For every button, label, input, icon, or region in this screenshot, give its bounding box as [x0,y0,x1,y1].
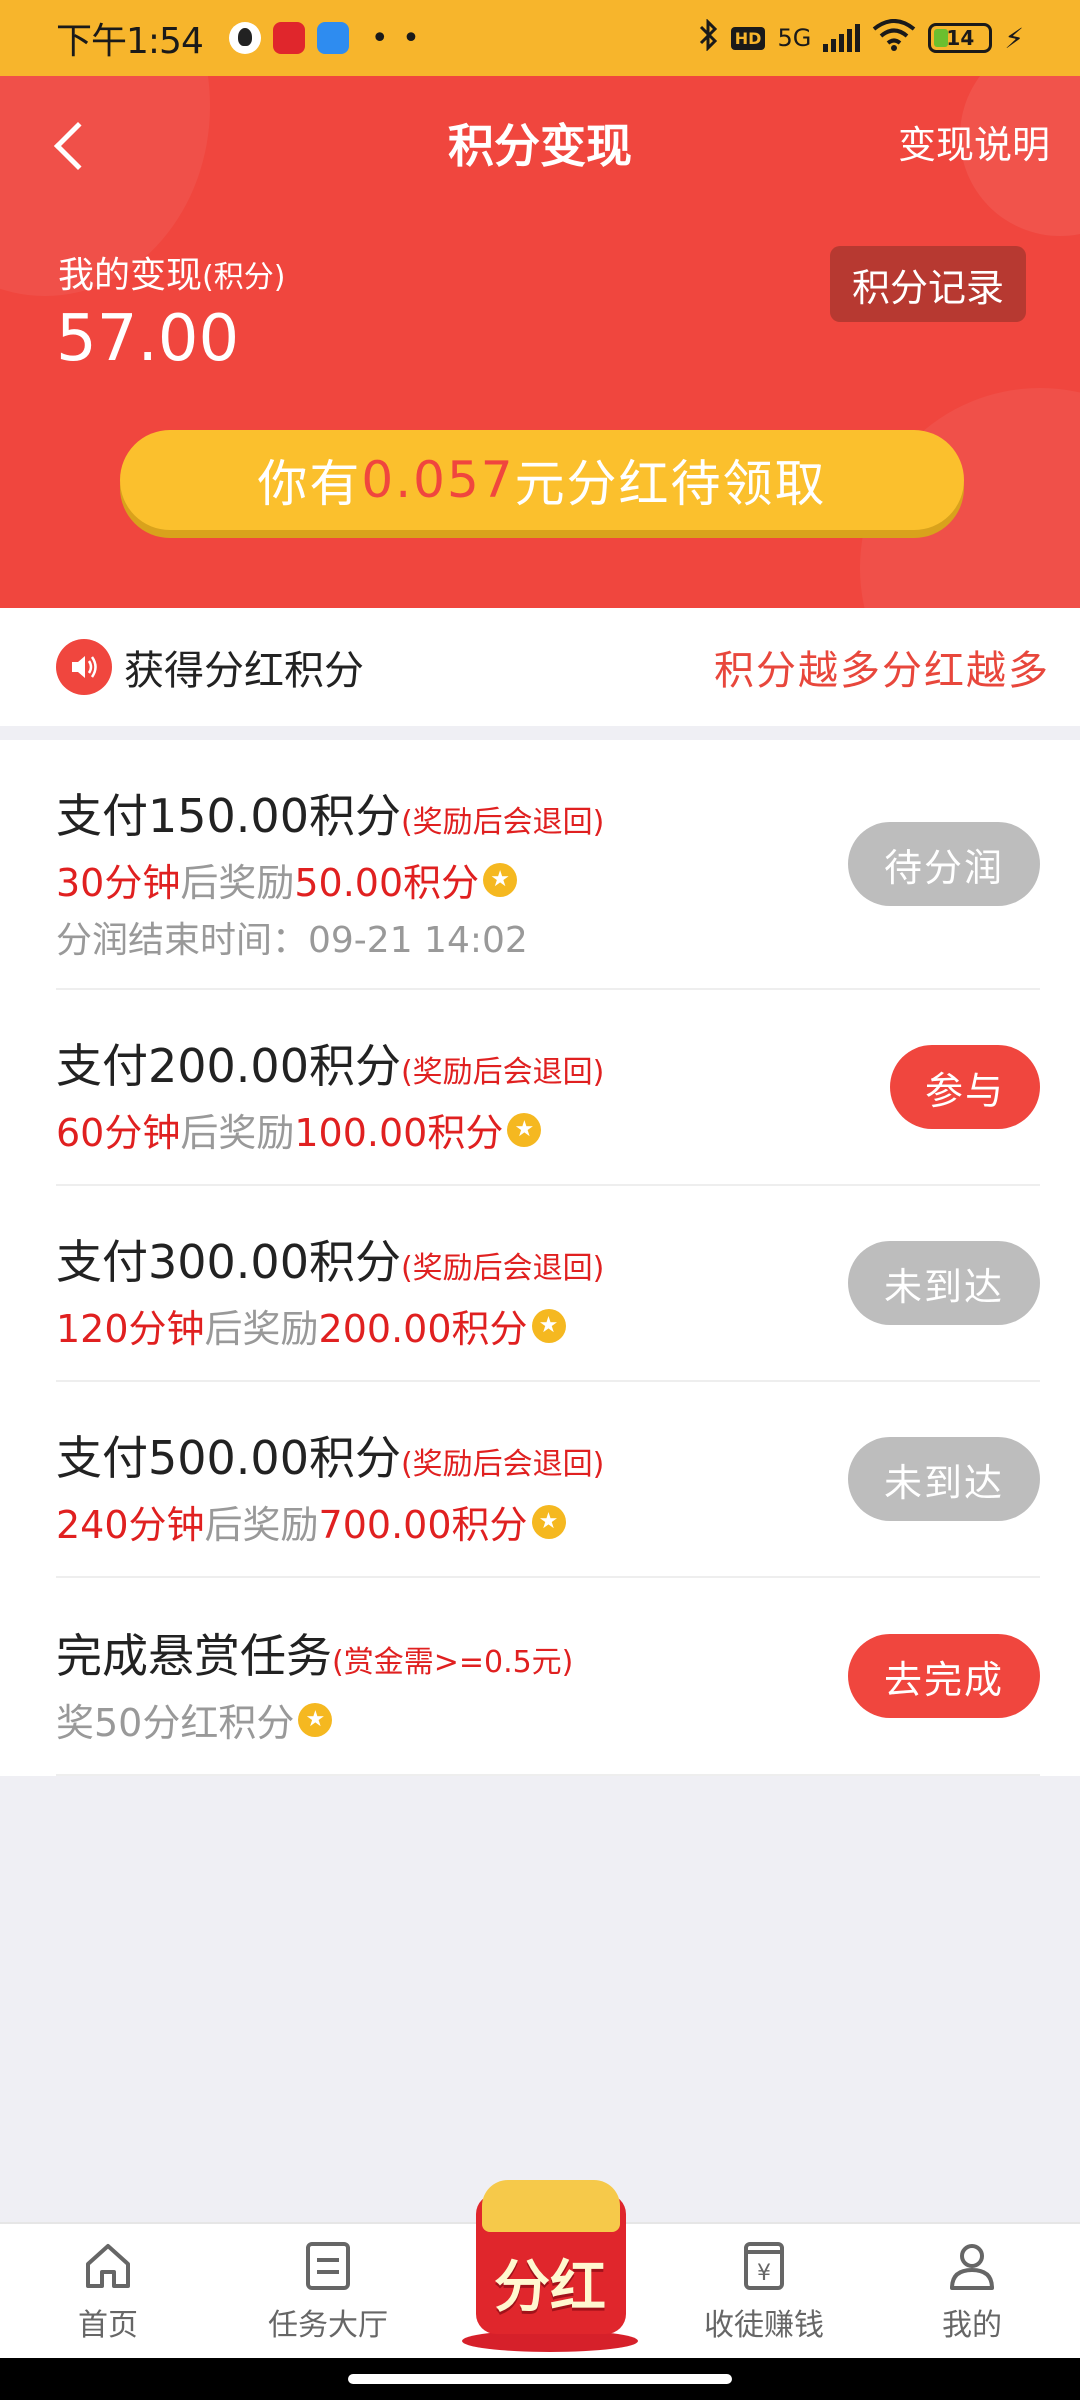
task-title: 完成悬赏任务 [56,1629,332,1683]
charging-icon: ⚡ [1004,21,1024,55]
claim-bonus-button[interactable]: 你有 0.057 元分红待领取 [120,430,964,530]
dividend-center-label: 分红 [494,2255,606,2320]
money-box-icon: ¥ [736,2238,792,2294]
task-end-time: 分润结束时间：09-21 14:02 [56,920,528,961]
star-coin-icon: ★ [531,1504,566,1539]
task-list: 支付150.00积分(奖励后会退回) 30分钟 后奖励 50.00积分 ★ 分润结束时… [0,740,1080,1776]
wifi-icon [872,19,916,57]
task-item: 支付150.00积分(奖励后会退回) 30分钟 后奖励 50.00积分 ★ 分润结束时… [56,740,1040,990]
battery-icon: 14 [928,23,993,53]
tab-mine[interactable]: 我的 [872,2238,1072,2344]
tab-mine-label: 我的 [942,2308,1002,2343]
svg-text:¥: ¥ [757,2261,771,2286]
tab-home[interactable]: 首页 [8,2238,208,2344]
task-title: 支付500.00积分 [56,1431,401,1485]
not-reached-button[interactable]: 未到达 [848,1437,1040,1521]
my-points-value: 57.00 [56,302,240,376]
status-time: 下午1:54 [56,21,204,62]
go-complete-button[interactable]: 去完成 [848,1634,1040,1718]
explain-link[interactable]: 变现说明 [898,114,1050,169]
task-item: 支付200.00积分(奖励后会退回) 60分钟 后奖励 100.00积分 ★ 参与 [56,990,1040,1186]
task-item: 完成悬赏任务(赏金需>=0.5元) 奖50分红积分 ★ 去完成 [56,1578,1040,1776]
chat-app-icon [316,22,349,54]
task-item: 支付500.00积分(奖励后会退回) 240分钟 后奖励 700.00积分 ★ 未到达 [56,1382,1040,1578]
task-title: 支付150.00积分 [56,789,401,843]
notice-bar: 获得分红积分 积分越多分红越多 [0,608,1080,726]
gesture-bar [0,2358,1080,2400]
battery-level: 14 [946,26,975,50]
star-coin-icon: ★ [531,1308,566,1343]
task-desc: 奖50分红积分 [56,1701,295,1745]
tab-task-hall-label: 任务大厅 [268,2308,388,2343]
network-label: 5G [777,24,812,52]
join-button[interactable]: 参与 [890,1045,1040,1129]
user-icon [944,2238,1000,2294]
bonus-amount: 0.057 [361,451,515,509]
coin-pile-icon [482,2180,620,2232]
task-note: (赏金需>=0.5元) [332,1645,574,1680]
task-note: (奖励后会退回) [400,1251,605,1286]
notice-slogan: 积分越多分红越多 [714,648,1050,694]
star-coin-icon: ★ [507,1112,542,1147]
points-record-button[interactable]: 积分记录 [830,246,1026,322]
bluetooth-icon [699,18,719,57]
task-list-icon [300,2238,356,2294]
qq-app-icon [228,22,261,54]
task-note: (奖励后会退回) [400,805,605,840]
tab-recruit-earn-label: 收徒赚钱 [704,2308,824,2343]
task-note: (奖励后会退回) [400,1447,605,1482]
task-item: 支付300.00积分(奖励后会退回) 120分钟 后奖励 200.00积分 ★ 未到达 [56,1186,1040,1382]
more-notifications-icon: • • [370,20,422,56]
hd-badge: HD [730,26,766,50]
star-coin-icon: ★ [483,862,518,897]
task-title: 支付300.00积分 [56,1235,401,1289]
points-header: 积分变现 变现说明 我的变现(积分) 57.00 积分记录 你有 0.057 元分红… [0,76,1080,608]
tab-task-hall[interactable]: 任务大厅 [228,2238,428,2344]
dividend-center-button[interactable]: 分红 [462,2180,638,2352]
pending-share-button[interactable]: 待分润 [848,822,1040,906]
speaker-icon [56,639,112,695]
home-icon [80,2238,136,2294]
notice-title: 获得分红积分 [124,648,364,694]
my-cashout-label: 我的变现(积分) [58,255,286,296]
not-reached-button[interactable]: 未到达 [848,1241,1040,1325]
news-app-icon [272,22,305,54]
task-title: 支付200.00积分 [56,1039,401,1093]
signal-icon [823,24,861,52]
star-coin-icon: ★ [298,1702,333,1737]
task-note: (奖励后会退回) [400,1055,605,1090]
tab-home-label: 首页 [78,2308,138,2343]
tab-recruit-earn[interactable]: ¥ 收徒赚钱 [664,2238,864,2344]
status-bar: 下午1:54 • • HD 5G 14 ⚡ [0,0,1080,76]
